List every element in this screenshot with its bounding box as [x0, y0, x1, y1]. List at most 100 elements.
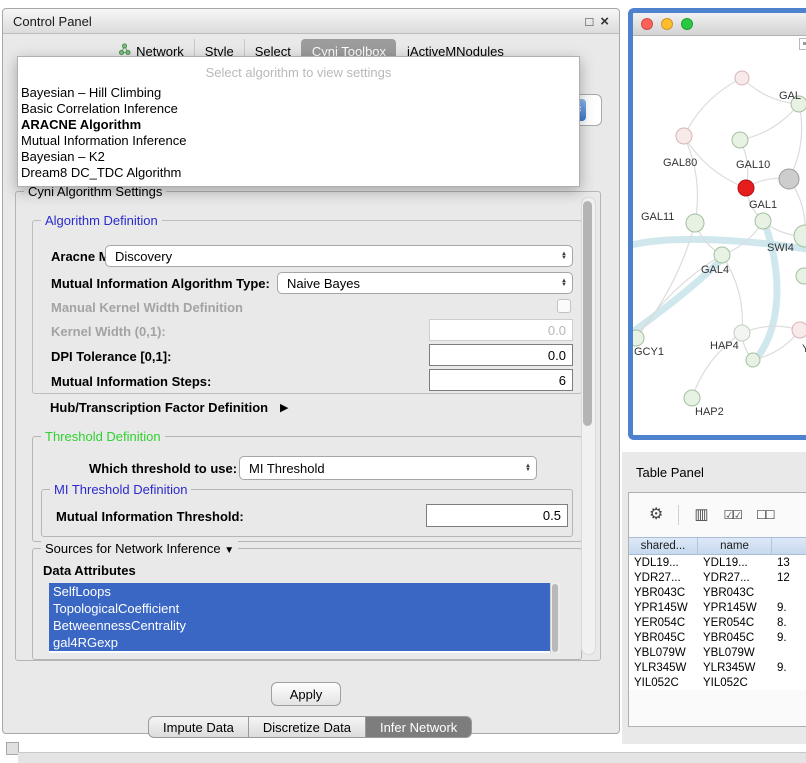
table-cell: 9.	[772, 600, 806, 615]
control-panel-title: Control Panel	[13, 14, 92, 29]
network-edge[interactable]	[684, 78, 742, 136]
network-canvas[interactable]: GALGAL80GAL10GAL11GAL1SWI4GAL4GCY1HAP4YH…	[633, 36, 806, 435]
zoom-traffic-icon[interactable]	[681, 18, 693, 30]
table-toolbar: ⚙ ▥ ☑☑ ☐☐	[629, 493, 806, 537]
attribute-item-selfloops[interactable]: SelfLoops	[49, 583, 559, 600]
settings-scrollbar-thumb[interactable]	[583, 201, 592, 426]
network-edge[interactable]	[740, 104, 799, 140]
data-attributes-list[interactable]: SelfLoopsTopologicalCoefficientBetweenne…	[49, 583, 559, 653]
data-attributes-label: Data Attributes	[43, 563, 136, 578]
table-cell: YBR043C	[629, 585, 698, 600]
expanded-arrow-icon: ▼	[224, 545, 234, 556]
table-row[interactable]: YLR345WYLR345W9.	[629, 660, 806, 675]
gear-icon[interactable]: ⚙	[649, 507, 663, 523]
mi-threshold-field[interactable]: 0.5	[426, 504, 568, 527]
select-all-columns-icon[interactable]: ☑☑	[724, 508, 742, 522]
dpi-tolerance-value: 0.0	[548, 348, 566, 363]
apply-button[interactable]: Apply	[271, 682, 341, 706]
attribute-item-gal4rgexp[interactable]: gal4RGexp	[49, 634, 559, 651]
algorithm-option-bayesian-hill-climbing[interactable]: Bayesian – Hill Climbing	[18, 85, 579, 101]
column-header-shared[interactable]: shared...	[629, 538, 698, 554]
network-node[interactable]	[746, 353, 760, 367]
network-node-gal10[interactable]	[738, 180, 754, 196]
attribute-item-topologicalcoefficient[interactable]: TopologicalCoefficient	[49, 600, 559, 617]
network-node-label: SWI4	[767, 242, 794, 254]
algorithm-option-mutual-information-inference[interactable]: Mutual Information Inference	[18, 133, 579, 149]
network-node-gcy1[interactable]	[633, 330, 644, 346]
dpi-tolerance-field[interactable]: 0.0	[429, 344, 573, 366]
table-row[interactable]: YIL052CYIL052C	[629, 675, 806, 690]
close-icon[interactable]: ×	[600, 15, 609, 28]
settings-scrollbar[interactable]	[581, 197, 596, 655]
bottom-tab-bar: Impute DataDiscretize DataInfer Network	[148, 716, 472, 738]
collapsed-arrow-icon[interactable]: ▶	[280, 401, 288, 414]
table-cell: YDL19...	[698, 555, 772, 570]
threshold-definition-title: Threshold Definition	[41, 429, 165, 444]
table-cell: 9.	[772, 660, 806, 675]
network-node[interactable]	[732, 132, 748, 148]
network-node-gal11[interactable]	[686, 214, 704, 232]
table-row[interactable]: YBR045CYBR045C9.	[629, 630, 806, 645]
network-node-gal4[interactable]	[714, 247, 730, 263]
network-edge[interactable]	[789, 104, 802, 179]
network-node-label: Y	[802, 343, 806, 355]
bottom-tab-discretize-data[interactable]: Discretize Data	[248, 716, 366, 738]
mi-steps-field[interactable]: 6	[429, 369, 573, 391]
table-cell: 8.	[772, 615, 806, 630]
list-scrollbar[interactable]	[550, 583, 560, 653]
control-panel-titlebar[interactable]: Control Panel □ ×	[3, 9, 619, 34]
table-body: YDL19...YDL19...13YDR27...YDR27...12YBR0…	[629, 555, 806, 690]
float-window-icon[interactable]: □	[585, 15, 593, 28]
algorithm-option-basic-correlation-inference[interactable]: Basic Correlation Inference	[18, 101, 579, 117]
network-node-gal1[interactable]	[755, 213, 771, 229]
table-cell	[772, 645, 806, 660]
birdseye-toggle-icon[interactable]	[799, 38, 806, 50]
table-panel-window: ⚙ ▥ ☑☑ ☐☐ shared...name YDL19...YDL19...…	[628, 492, 806, 727]
mi-type-combo[interactable]: Naive Bayes ▲▼	[277, 272, 573, 294]
network-node-hap2[interactable]	[684, 390, 700, 406]
network-node[interactable]	[796, 268, 806, 284]
network-node-label: GAL80	[663, 157, 697, 169]
deselect-all-columns-icon[interactable]: ☐☐	[756, 508, 774, 522]
table-row[interactable]: YER054CYER054C8.	[629, 615, 806, 630]
threshold-definition-group: Threshold Definition Which threshold to …	[32, 436, 582, 542]
bottom-tab-impute-data[interactable]: Impute Data	[148, 716, 249, 738]
close-traffic-icon[interactable]	[641, 18, 653, 30]
table-row[interactable]: YDR27...YDR27...12	[629, 570, 806, 585]
combo-arrows-icon: ▲▼	[520, 457, 536, 479]
column-header-name[interactable]: name	[698, 538, 772, 554]
column-header-col2[interactable]	[772, 538, 806, 554]
network-node-label: GAL	[779, 90, 801, 102]
cyni-algorithm-settings-group: Cyni Algorithm Settings Algorithm Defini…	[15, 191, 601, 661]
table-row[interactable]: YDL19...YDL19...13	[629, 555, 806, 570]
algorithm-option-aracne-algorithm[interactable]: ARACNE Algorithm	[18, 117, 579, 133]
network-edge[interactable]	[684, 136, 698, 223]
table-row[interactable]: YPR145WYPR145W9.	[629, 600, 806, 615]
table-cell: YBL079W	[629, 645, 698, 660]
network-node-gal80[interactable]	[676, 128, 692, 144]
aracne-mode-combo[interactable]: Discovery ▲▼	[105, 245, 573, 267]
algorithm-option-dream8-dc-tdc-algorithm[interactable]: Dream8 DC_TDC Algorithm	[18, 165, 579, 181]
network-node-y[interactable]	[792, 322, 806, 338]
sources-group-title[interactable]: Sources for Network Inference ▼	[41, 541, 238, 556]
table-row[interactable]: YBL079WYBL079W	[629, 645, 806, 660]
table-row[interactable]: YBR043CYBR043C	[629, 585, 806, 600]
network-node-label: GAL10	[736, 159, 770, 171]
table-cell: YER054C	[698, 615, 772, 630]
network-node-swi4[interactable]	[794, 225, 806, 247]
bottom-tab-infer-network[interactable]: Infer Network	[365, 716, 472, 738]
network-node-hap4[interactable]	[734, 325, 750, 341]
kernel-width-field: 0.0	[429, 319, 573, 341]
columns-icon[interactable]: ▥	[694, 507, 708, 523]
list-scrollbar-thumb[interactable]	[552, 584, 558, 652]
network-node[interactable]	[779, 169, 799, 189]
which-threshold-combo[interactable]: MI Threshold ▲▼	[239, 456, 537, 480]
algorithm-option-bayesian-k2[interactable]: Bayesian – K2	[18, 149, 579, 165]
network-node-label: GCY1	[634, 346, 664, 358]
attribute-item-betweennesscentrality[interactable]: BetweennessCentrality	[49, 617, 559, 634]
sources-group: Sources for Network Inference ▼ Data Att…	[32, 548, 582, 660]
kernel-width-label: Kernel Width (0,1):	[51, 324, 166, 339]
network-window-titlebar[interactable]	[633, 13, 806, 36]
network-node[interactable]	[735, 71, 749, 85]
minimize-traffic-icon[interactable]	[661, 18, 673, 30]
